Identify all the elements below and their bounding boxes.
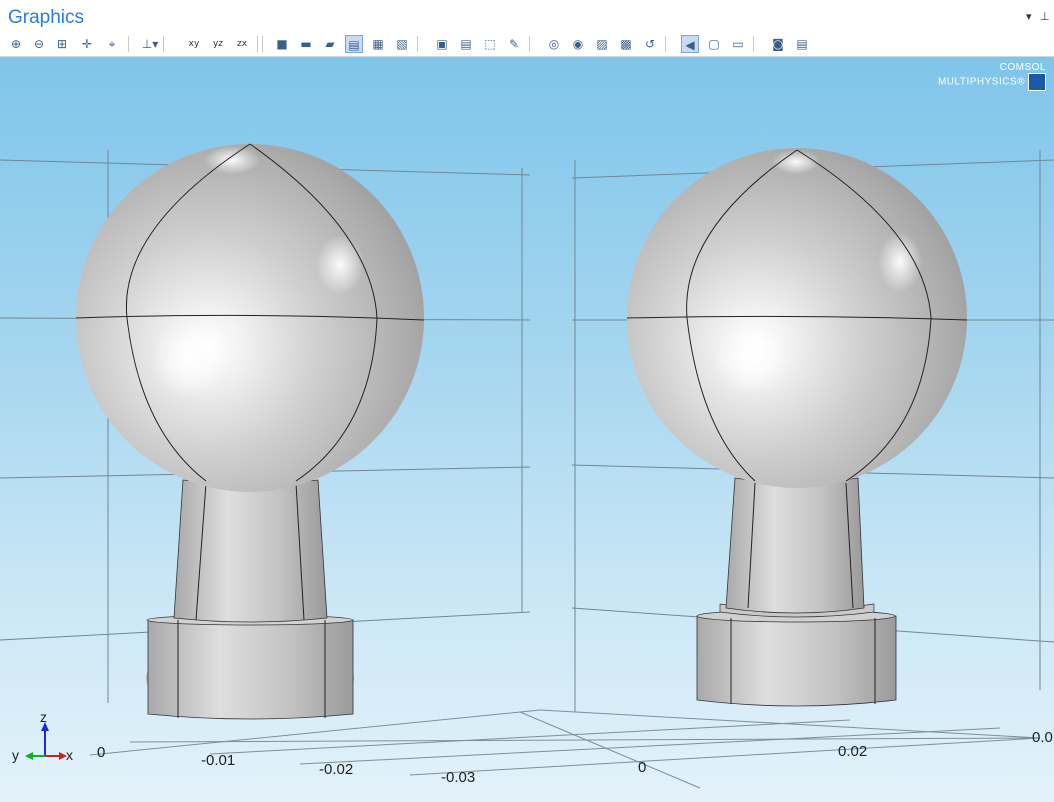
hide-icon[interactable]: ◎ — [545, 35, 563, 53]
show-icon[interactable]: ◉ — [569, 35, 587, 53]
select-all-icon[interactable]: ▤ — [457, 35, 475, 53]
tick-label: 0 — [638, 759, 647, 776]
brand-line2: MULTIPHYSICS® — [937, 76, 1025, 88]
select-objects-icon[interactable]: ■ — [273, 35, 291, 53]
floor-grid — [89, 709, 1041, 789]
toolbar-separator — [665, 36, 666, 52]
tick-label: -0.02 — [319, 761, 354, 778]
right-knob[interactable] — [626, 148, 968, 707]
clear-selection-icon[interactable]: ▣ — [433, 35, 451, 53]
views-icon[interactable]: ⊥▾ — [141, 35, 159, 53]
toolbar-separator — [529, 36, 530, 52]
axis-triad — [25, 722, 67, 760]
tick-label: -0.01 — [201, 752, 236, 769]
zoom-selected-icon[interactable]: ✛ — [78, 35, 96, 53]
triad-x-label: x — [66, 747, 73, 763]
graphics-viewport[interactable]: COMSOL MULTIPHYSICS® 0 -0.01 -0.02 -0.03… — [0, 57, 1054, 802]
paint-selection-icon[interactable]: ✎ — [505, 35, 523, 53]
wireframe-icon[interactable]: ▭ — [729, 35, 747, 53]
select-points-icon[interactable]: ▦ — [369, 35, 387, 53]
model-scene[interactable] — [0, 57, 1054, 802]
triad-z-label: z — [40, 709, 47, 725]
toolbar-separator — [128, 36, 129, 52]
title-bar: Graphics ▾ ⊥ — [0, 0, 1054, 32]
select-none-icon[interactable]: ▧ — [393, 35, 411, 53]
graphics-window: Graphics ▾ ⊥ ⊕ ⊖ ⊞ ✛ ⌖ ⊥▾ xy yz zx ■ ▬ ▰ ▤ ▦ ▧ ▣ ▤ ⬚ ✎ ◎ ◉ ▨ ▩… — [0, 0, 1054, 802]
select-boundaries-icon[interactable]: ▰ — [321, 35, 339, 53]
pin-button[interactable]: ⊥ — [1040, 10, 1050, 23]
comsol-logo: COMSOL MULTIPHYSICS® — [938, 63, 1046, 91]
camera-icon[interactable]: ◙ — [769, 35, 787, 53]
xy-view-icon[interactable]: xy — [185, 35, 203, 53]
tick-label: -0.03 — [441, 769, 476, 786]
triad-y-label: y — [12, 747, 19, 763]
zoom-out-icon[interactable]: ⊖ — [30, 35, 48, 53]
brand-line1: COMSOL — [999, 62, 1046, 73]
reset-hiding-icon[interactable]: ↺ — [641, 35, 659, 53]
transparency-icon[interactable]: ▢ — [705, 35, 723, 53]
zoom-in-icon[interactable]: ⊕ — [7, 35, 25, 53]
print-icon[interactable]: ▤ — [793, 35, 811, 53]
tick-label: 0.0 — [1032, 729, 1053, 746]
select-box-icon[interactable]: ⬚ — [481, 35, 499, 53]
view-only-icon[interactable]: ▨ — [593, 35, 611, 53]
select-edges-icon[interactable]: ▤ — [345, 35, 363, 53]
graphics-toolbar: ⊕ ⊖ ⊞ ✛ ⌖ ⊥▾ xy yz zx ■ ▬ ▰ ▤ ▦ ▧ ▣ ▤ ⬚ ✎ ◎ ◉ ▨ ▩ ↺ ◀ ▢ ▭ ◙ ▤ — [0, 32, 1054, 57]
toolbar-separator — [257, 36, 258, 52]
tick-label: 0 — [97, 744, 106, 761]
zx-view-icon[interactable]: zx — [233, 35, 251, 53]
window-menu-button[interactable]: ▾ — [1026, 10, 1032, 23]
zoom-box-icon[interactable]: ⊞ — [53, 35, 71, 53]
toolbar-separator — [163, 36, 164, 52]
toolbar-separator — [417, 36, 418, 52]
select-domains-icon[interactable]: ▬ — [297, 35, 315, 53]
zoom-extents-icon[interactable]: ⌖ — [103, 35, 121, 53]
window-title: Graphics — [8, 7, 85, 28]
yz-view-icon[interactable]: yz — [209, 35, 227, 53]
hide-selected-icon[interactable]: ▩ — [617, 35, 635, 53]
toolbar-separator — [753, 36, 754, 52]
toolbar-separator — [262, 36, 263, 52]
tick-label: 0.02 — [838, 743, 868, 760]
scene-light-icon[interactable]: ◀ — [681, 35, 699, 53]
